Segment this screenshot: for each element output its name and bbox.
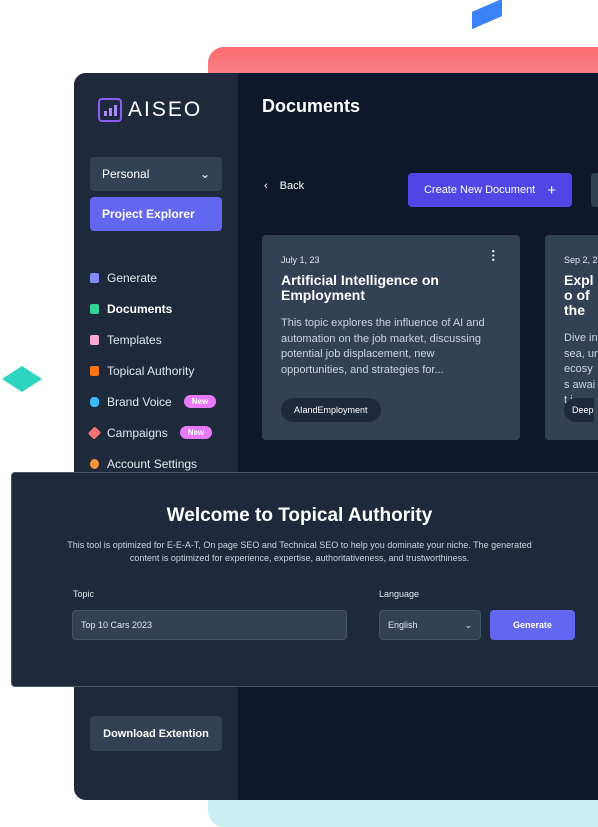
new-badge: New (179, 426, 213, 439)
topical-authority-icon (90, 365, 99, 376)
sidebar-item-topical-authority[interactable]: Topical Authority (90, 355, 216, 386)
card-title: Artificial Intelligence on Employment (281, 272, 439, 303)
sidebar-item-label: Campaigns (107, 425, 168, 440)
decorative-shape (2, 366, 42, 392)
sidebar-item-generate[interactable]: Generate (90, 262, 216, 293)
sidebar-item-label: Brand Voice (107, 394, 172, 409)
sidebar-item-label: Account Settings (107, 456, 198, 471)
download-extension-button[interactable]: Download Extention (90, 716, 222, 751)
back-label: Back (279, 180, 305, 192)
sidebar-item-label: Generate (107, 270, 158, 285)
generate-button[interactable]: Generate (490, 610, 575, 640)
card-title: Explo of the (564, 272, 594, 318)
card-date: Sep 2, 2 (564, 255, 598, 265)
card-date: July 1, 23 (281, 255, 320, 265)
chevron-down-icon: ⌄ (464, 620, 472, 630)
new-badge: New (183, 395, 217, 408)
sidebar-item-label: Topical Authority (107, 363, 195, 378)
gear-icon (90, 458, 99, 469)
modal-title: Welcome to Topical Authority (166, 505, 433, 526)
app-window: AISEO Personal ⌄ Project Explorer Generat… (74, 73, 598, 800)
decorative-shape (471, 0, 503, 30)
create-new-document-button[interactable]: Create New Document + (408, 173, 572, 207)
more-options-icon[interactable]: ⋯ (486, 249, 501, 262)
sidebar-item-documents[interactable]: Documents (90, 293, 216, 324)
topical-authority-modal: Welcome to Topical Authority This tool i… (11, 472, 598, 687)
grid-icon (90, 272, 99, 283)
project-explorer-button[interactable]: Project Explorer (90, 197, 222, 231)
card-description: This topic explores the influence of AI … (281, 317, 485, 376)
logo: AISEO (98, 98, 202, 122)
workspace-select[interactable]: Personal ⌄ (90, 157, 222, 191)
document-icon (90, 303, 99, 314)
sidebar-nav: Generate Documents Templates Topical Aut… (87, 262, 217, 479)
chevron-left-icon: ‹ (264, 180, 268, 192)
modal-description: This tool is optimized for E-E-A-T, On p… (67, 540, 532, 563)
language-select[interactable]: English ⌄ (379, 610, 481, 640)
document-card[interactable]: Sep 2, 2 Explo of the Dive in sea, ur ec… (545, 235, 598, 440)
topic-input[interactable]: Top 10 Cars 2023 (72, 610, 347, 640)
rocket-icon (87, 425, 102, 440)
microphone-icon (90, 396, 99, 407)
create-label: Create New Document (423, 184, 536, 196)
logo-text: AISEO (128, 98, 203, 121)
page-title: Documents (262, 96, 361, 116)
toolbar-button[interactable] (591, 173, 598, 207)
back-button[interactable]: ‹ Back (264, 180, 304, 192)
logo-icon (98, 98, 122, 122)
workspace-value: Personal (102, 167, 150, 181)
templates-icon (90, 334, 99, 345)
card-tag[interactable]: AIandEmployment (281, 398, 381, 422)
language-label: Language (379, 589, 420, 599)
card-tag[interactable]: Deep (564, 398, 594, 422)
language-value: English (388, 620, 418, 630)
card-description: Dive in sea, ur ecosys await i (564, 332, 598, 406)
topic-label: Topic (73, 589, 95, 599)
sidebar: AISEO Personal ⌄ Project Explorer Generat… (74, 73, 238, 800)
document-card[interactable]: July 1, 23 ⋯ Artificial Intelligence on … (262, 235, 520, 440)
sidebar-item-label: Templates (107, 332, 162, 347)
sidebar-item-campaigns[interactable]: Campaigns New (87, 417, 216, 448)
sidebar-item-brand-voice[interactable]: Brand Voice New (90, 386, 217, 417)
sidebar-item-label: Documents (107, 301, 173, 316)
plus-icon: + (547, 181, 557, 199)
chevron-down-icon: ⌄ (199, 167, 210, 181)
sidebar-item-templates[interactable]: Templates (90, 324, 216, 355)
